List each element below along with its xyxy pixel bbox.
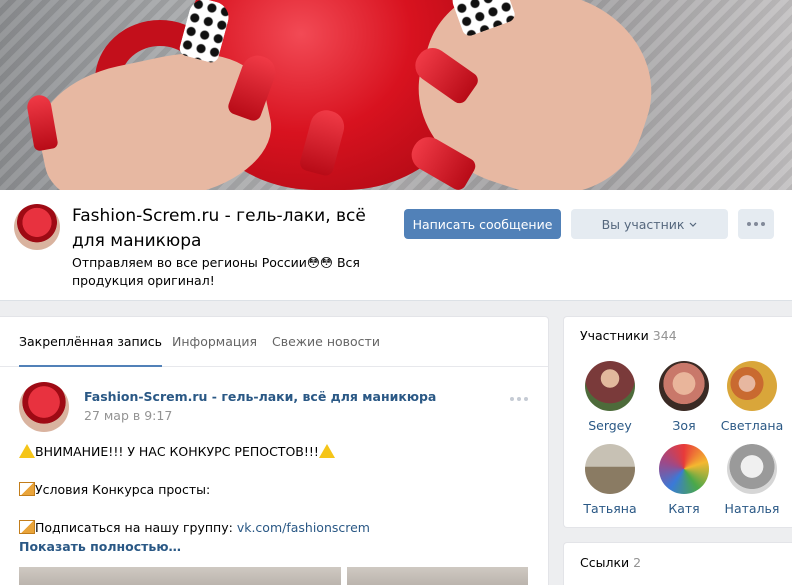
tab-info[interactable]: Информация bbox=[172, 317, 257, 367]
member-item[interactable]: Катя bbox=[648, 444, 720, 516]
cover-image bbox=[0, 0, 792, 190]
post-line-1: ВНИМАНИЕ!!! У НАС КОНКУРС РЕПОСТОВ!!! bbox=[19, 443, 335, 461]
post-date[interactable]: 27 мар в 9:17 bbox=[84, 408, 172, 423]
member-item[interactable]: Светлана bbox=[716, 361, 788, 433]
post-menu-button[interactable] bbox=[510, 397, 528, 401]
group-title: Fashion-Screm.ru - гель-лаки, всё для ма… bbox=[72, 206, 366, 251]
member-avatar bbox=[659, 444, 709, 494]
member-avatar bbox=[659, 361, 709, 411]
members-block: Участники 344 Sergey Зоя Светлана Татьяна… bbox=[563, 316, 792, 528]
links-count: 2 bbox=[633, 555, 642, 570]
member-name: Светлана bbox=[720, 418, 784, 433]
post-line-3: Подписаться на нашу группу: vk.com/fashi… bbox=[19, 519, 370, 537]
post-link[interactable]: vk.com/fashionscrem bbox=[237, 520, 370, 535]
member-name: Наталья bbox=[724, 501, 780, 516]
tab-news[interactable]: Свежие новости bbox=[272, 317, 380, 367]
pencil-icon bbox=[19, 520, 35, 534]
post-line-2: Условия Конкурса просты: bbox=[19, 481, 210, 499]
post-photo-1[interactable] bbox=[19, 567, 341, 585]
member-item[interactable]: Зоя bbox=[648, 361, 720, 433]
more-icon bbox=[510, 397, 514, 401]
member-name: Sergey bbox=[588, 418, 632, 433]
members-count: 344 bbox=[652, 328, 677, 343]
show-more-link[interactable]: Показать полностью… bbox=[19, 539, 181, 554]
memo-icon bbox=[19, 482, 35, 496]
member-name: Катя bbox=[668, 501, 700, 516]
member-avatar bbox=[585, 444, 635, 494]
tab-pinned[interactable]: Закреплённая запись bbox=[19, 317, 163, 367]
more-actions-button[interactable] bbox=[738, 209, 774, 239]
member-item[interactable]: Наталья bbox=[716, 444, 788, 516]
member-item[interactable]: Sergey bbox=[574, 361, 646, 433]
links-block: Ссылки 2 bbox=[563, 542, 792, 585]
more-icon bbox=[747, 222, 751, 226]
member-avatar bbox=[727, 444, 777, 494]
post-author[interactable]: Fashion-Screm.ru - гель-лаки, всё для ма… bbox=[84, 389, 436, 404]
wall-tabs: Закреплённая запись Информация Свежие но… bbox=[0, 317, 548, 367]
warning-icon bbox=[318, 444, 335, 458]
member-avatar bbox=[727, 361, 777, 411]
send-message-button[interactable]: Написать сообщение bbox=[404, 209, 561, 239]
member-item[interactable]: Татьяна bbox=[574, 444, 646, 516]
group-avatar[interactable] bbox=[14, 204, 60, 250]
membership-label: Вы участник bbox=[601, 216, 685, 232]
group-header: Fashion-Screm.ru - гель-лаки, всё для ма… bbox=[0, 190, 792, 301]
member-name: Татьяна bbox=[583, 501, 637, 516]
member-avatar bbox=[585, 361, 635, 411]
membership-button[interactable]: Вы участник bbox=[571, 209, 728, 239]
links-title[interactable]: Ссылки 2 bbox=[580, 555, 641, 570]
members-title[interactable]: Участники 344 bbox=[580, 328, 677, 343]
chevron-down-icon bbox=[690, 222, 697, 227]
post-photo-2[interactable] bbox=[347, 567, 528, 585]
post-avatar[interactable] bbox=[19, 382, 69, 432]
group-status: Отправляем во все регионы России😳😳 Вся п… bbox=[72, 255, 360, 288]
warning-icon bbox=[19, 444, 35, 458]
wall: Закреплённая запись Информация Свежие но… bbox=[0, 316, 549, 585]
member-name: Зоя bbox=[672, 418, 696, 433]
